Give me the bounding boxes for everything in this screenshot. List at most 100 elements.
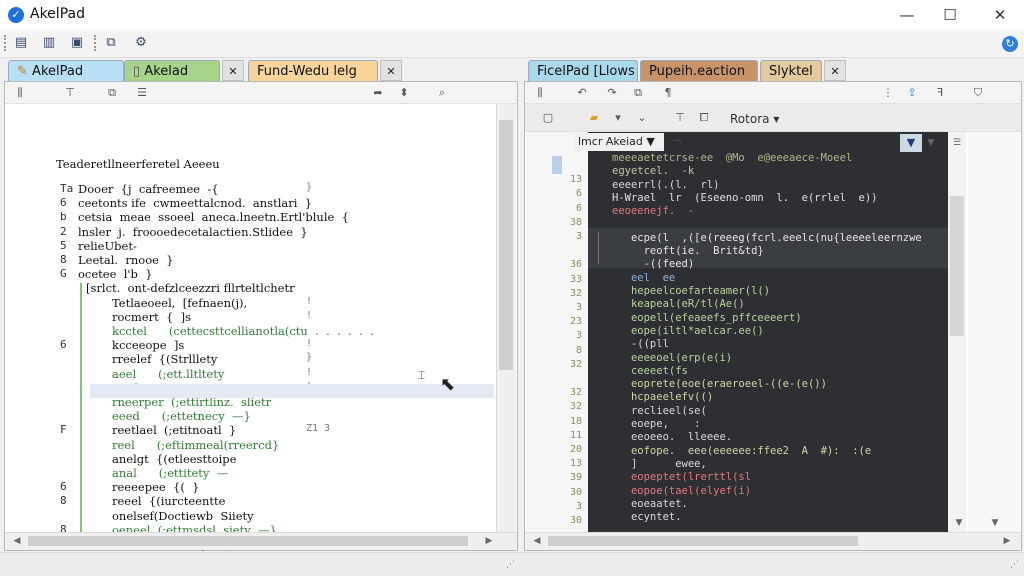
text-icon[interactable]: ⊤	[672, 110, 688, 126]
scroll-right-icon[interactable]: ▶	[1000, 534, 1014, 548]
code-line[interactable]: cetsia meae ssoeel aneca.lneetn.Ertl'blu…	[78, 210, 349, 224]
code-line[interactable]: lnsler j. froooedecetalactien.Stlidee }	[78, 225, 308, 239]
tab-akelpad[interactable]: ✎ AkelPad	[8, 60, 124, 81]
code-line[interactable]: [srlct. ont-defzlceezzri fllrteltlchetr	[86, 281, 295, 295]
close-button[interactable]: ✕	[985, 4, 1015, 26]
view-dropdown[interactable]: Rotora ▾	[730, 112, 779, 126]
dark-code-line[interactable]: hepeelcoefarteamer(l()	[612, 285, 770, 297]
tab-ficelpad[interactable]: FicelPad [Llows	[528, 60, 638, 81]
undo-icon[interactable]: ↶	[574, 85, 590, 101]
open-icon[interactable]: ▥	[40, 34, 58, 52]
dark-code-line[interactable]: ecpe(l ,([e(reeeg(fcrl.eeelc(nu{leeeelee…	[612, 232, 922, 244]
more-icon[interactable]: ⋮	[880, 85, 896, 101]
paste-icon[interactable]: ⧉	[102, 34, 120, 52]
shield-icon[interactable]: ⛉	[970, 85, 986, 101]
right-hscroll-thumb[interactable]	[548, 536, 858, 546]
left-hscroll-thumb[interactable]	[28, 536, 468, 546]
dark-code-line[interactable]: eeoeeo. lleeee.	[612, 431, 732, 443]
dark-code-line[interactable]: reclieel(se(	[612, 405, 707, 417]
dark-code-line[interactable]: reoft(ie. Brit&td}	[612, 245, 764, 257]
tab-pupeih[interactable]: Pupeih.eaction	[640, 60, 758, 81]
dark-code-line[interactable]: eopoe(tael(elyef(i)	[612, 485, 751, 497]
dark-code-line[interactable]: eopell(efeaeefs_pffceeeert)	[612, 312, 802, 324]
resize-grip-icon[interactable]: ⋰	[1010, 560, 1019, 570]
file-combo[interactable]: lmcr Akeiad ▼	[574, 133, 664, 151]
dark-code-line[interactable]: eoeaatet.	[612, 498, 688, 510]
chevron-down-icon[interactable]: ⌄	[634, 110, 650, 126]
dark-code-line[interactable]: eopeptet(lrerttl(sl	[612, 471, 751, 483]
dark-code-line[interactable]: eofope. eee(eeeeee:ffee2 A #): :(e	[612, 445, 871, 457]
dark-code-line[interactable]: ecyntet.	[612, 511, 682, 523]
code-line[interactable]: reeeepee {( }	[112, 480, 199, 494]
dark-code-line[interactable]: eeeerrl(.(l. rl)	[612, 179, 719, 191]
tab-close-button[interactable]: ✕	[222, 60, 244, 81]
font-icon[interactable]: ꟻ	[932, 85, 948, 101]
format-icon[interactable]: ¶	[660, 85, 676, 101]
tab-akelad[interactable]: ▯ Akelad	[124, 60, 220, 81]
tune-icon[interactable]: ☰	[950, 136, 964, 150]
settings-icon[interactable]: ⚙	[132, 34, 150, 52]
dark-code-line[interactable]: egyetcel. -k	[612, 165, 694, 177]
folder-icon[interactable]: ▰	[586, 110, 602, 126]
tab-close-button[interactable]: ✕	[824, 60, 846, 81]
search-icon[interactable]: ⌕	[434, 85, 450, 101]
tab-close-button[interactable]: ✕	[380, 60, 402, 81]
code-line[interactable]: aeel (;ett.lltltety	[112, 367, 224, 381]
scroll-left-icon[interactable]: ◀	[530, 534, 544, 548]
dark-code-line[interactable]: eoprete(eoe(eraeroeel-((e-(e())	[612, 378, 827, 390]
help-icon[interactable]: ↻	[1002, 36, 1018, 52]
code-line[interactable]: Dooer {j cafreemee -{	[78, 182, 219, 196]
paste-icon[interactable]: ⧉	[630, 85, 646, 101]
code-line[interactable]: kcceeope ]s	[112, 338, 184, 352]
code-line[interactable]: reetlael (;etitnoatl }	[112, 423, 236, 437]
dark-code-line[interactable]: H-Wrael lr (Eseeno-omn l. e(rrlel e))	[612, 192, 878, 204]
resize-grip-icon[interactable]: ⋰	[506, 560, 515, 570]
chevron-down-icon[interactable]: ▼	[924, 136, 938, 150]
right-scroll-thumb[interactable]	[950, 196, 964, 336]
code-line[interactable]: ocetee l'b }	[78, 267, 153, 281]
dark-code-line[interactable]: ] ewee,	[612, 458, 707, 470]
tab-fund-wedu[interactable]: Fund-Wedu lelg	[248, 60, 378, 81]
dark-code-line[interactable]: hcpaeelefv(()	[612, 391, 713, 403]
text-icon[interactable]: ⊤	[62, 85, 78, 101]
save-icon[interactable]: ▣	[68, 34, 86, 52]
left-scroll-thumb[interactable]	[499, 120, 513, 370]
goto-icon[interactable]: ➦	[370, 85, 386, 101]
code-line[interactable]: rreelef {(Strlllety	[112, 352, 217, 366]
columns-icon[interactable]: ⫼	[12, 85, 28, 101]
dark-code-line[interactable]: eeoeenejf. -	[612, 205, 694, 217]
code-line[interactable]: anal (;ettitety —	[112, 466, 228, 480]
panel-icon[interactable]: ▢	[540, 110, 556, 126]
code-line[interactable]: onelsef(Doctiewb Siiety	[112, 509, 254, 523]
dark-code-line[interactable]: ceeeet(fs	[612, 365, 688, 377]
scroll-left-icon[interactable]: ◀	[10, 534, 24, 548]
split-icon[interactable]: ⬍	[396, 85, 412, 101]
scroll-down-icon[interactable]: ▼	[988, 516, 1002, 530]
filter-icon[interactable]: ▼	[900, 134, 922, 152]
scroll-right-icon[interactable]: ▶	[482, 534, 496, 548]
code-line[interactable]: reel (;eftimmeal(rreercd}	[112, 438, 279, 452]
dark-code-line[interactable]: eope(iltl*aelcar.ee()	[612, 325, 764, 337]
code-line[interactable]: rocmert { ]s	[112, 310, 191, 324]
new-icon[interactable]: ▤	[12, 34, 30, 52]
dark-code-line[interactable]: -((feed)	[612, 258, 695, 270]
minimize-button[interactable]: —	[892, 4, 922, 26]
code-line[interactable]: eeed (;ettetnecy —}	[112, 409, 251, 423]
paragraph-icon[interactable]: ⧠	[696, 110, 712, 126]
upload-icon[interactable]: ⇪	[904, 85, 920, 101]
copy-icon[interactable]: ⧉	[104, 85, 120, 101]
code-line[interactable]: relieUbet-	[78, 239, 137, 253]
maximize-button[interactable]: ☐	[935, 4, 965, 26]
list-icon[interactable]: ☰	[134, 85, 150, 101]
code-line[interactable]: anelgt {(etleesttoipe	[112, 452, 236, 466]
redo-icon[interactable]: ↷	[604, 85, 620, 101]
dropdown-arrow-icon[interactable]: ▾	[610, 110, 626, 126]
tab-slyktel[interactable]: Slyktel	[760, 60, 822, 81]
scroll-down-icon[interactable]: ▼	[952, 516, 966, 530]
dark-code-line[interactable]: eel ee	[612, 272, 675, 284]
dark-code-line[interactable]: eeeeoel(erp(e(i)	[612, 352, 732, 364]
code-line[interactable]: reeel {(iurcteentte	[112, 494, 225, 508]
dark-code-line[interactable]: -((pll	[612, 338, 669, 350]
code-line[interactable]: ceetonts ife cwmeettalcnod. anstlari }	[78, 196, 312, 210]
code-line[interactable]: kcctel (cettecsttcellianotla(ctu . . . .…	[112, 324, 374, 338]
